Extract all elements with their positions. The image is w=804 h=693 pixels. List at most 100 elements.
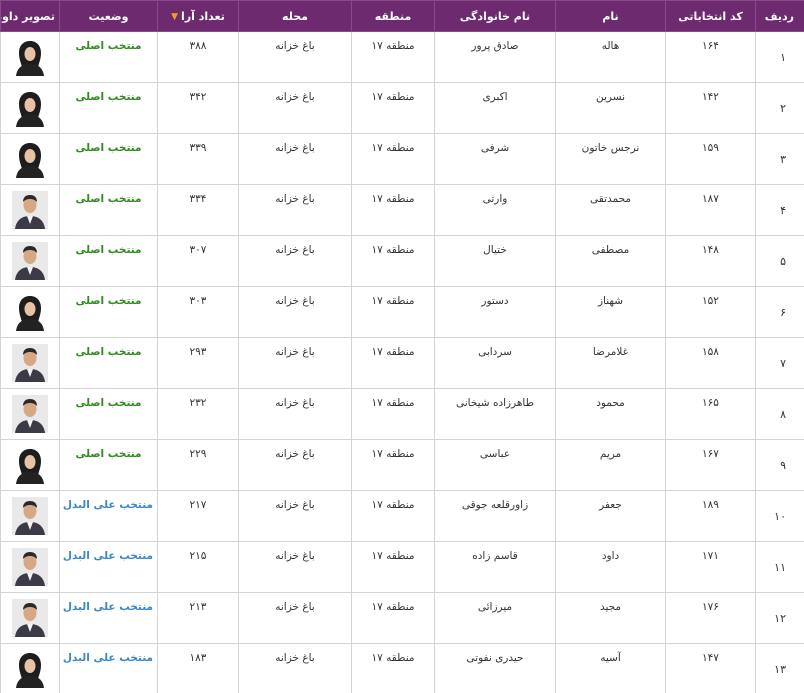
cell-area: باغ خزانه xyxy=(238,286,352,338)
cell-photo[interactable] xyxy=(0,490,60,542)
cell-code: ۱۵۹ xyxy=(665,133,756,185)
cell-votes: ۳۰۷ xyxy=(157,235,239,287)
cell-status: منتخب اصلی xyxy=(59,133,158,185)
cell-code: ۱۶۵ xyxy=(665,388,756,440)
cell-first-name: مریم xyxy=(555,439,666,491)
female-avatar-icon xyxy=(16,296,44,331)
table-row[interactable]: ۴ ۱۸۷ محمدتقی وارثی منطقه ۱۷ باغ خزانه ۳۳۴ منتخ… xyxy=(0,184,804,236)
election-results-table: ردیف کد انتخاباتی نام نام خانوادگی منطقه… xyxy=(0,0,804,693)
header-region[interactable]: منطقه xyxy=(351,0,435,32)
cell-photo[interactable] xyxy=(0,82,60,134)
sort-desc-icon: ▼ xyxy=(171,11,179,22)
cell-first-name: آسیه xyxy=(555,643,666,693)
cell-photo[interactable] xyxy=(0,31,60,83)
cell-votes: ۳۰۳ xyxy=(157,286,239,338)
cell-last-name: حیدری نفوتی xyxy=(434,643,556,693)
female-avatar-icon xyxy=(16,449,44,484)
table-row[interactable]: ۶ ۱۵۲ شهناز دستور منطقه ۱۷ باغ خزانه ۳۰۳ منتخب … xyxy=(0,286,804,338)
cell-status: منتخب اصلی xyxy=(59,82,158,134)
header-first-name[interactable]: نام xyxy=(555,0,666,32)
cell-code: ۱۴۲ xyxy=(665,82,756,134)
cell-row-number: ۱۲ xyxy=(755,592,804,644)
table-row[interactable]: ۱ ۱۶۴ هاله صادق پرور منطقه ۱۷ باغ خزانه ۳۸۸ منت… xyxy=(0,31,804,83)
header-code[interactable]: کد انتخاباتی xyxy=(665,0,756,32)
cell-area: باغ خزانه xyxy=(238,490,352,542)
cell-area: باغ خزانه xyxy=(238,31,352,83)
cell-last-name: عباسی xyxy=(434,439,556,491)
table-row[interactable]: ۵ ۱۴۸ مصطفی ختیال منطقه ۱۷ باغ خزانه ۳۰۷ منتخب … xyxy=(0,235,804,287)
cell-photo[interactable] xyxy=(0,592,60,644)
table-row[interactable]: ۱۰ ۱۸۹ جعفر زاورقلعه جوقی منطقه ۱۷ باغ خزانه ۲… xyxy=(0,490,804,542)
table-row[interactable]: ۲ ۱۴۲ نسرین اکبری منطقه ۱۷ باغ خزانه ۳۴۲ منتخب … xyxy=(0,82,804,134)
cell-last-name: شرفی xyxy=(434,133,556,185)
cell-row-number: ۳ xyxy=(755,133,804,185)
male-avatar-icon xyxy=(12,344,48,382)
cell-votes: ۳۴۲ xyxy=(157,82,239,134)
cell-first-name: نرجس خاتون xyxy=(555,133,666,185)
cell-last-name: دستور xyxy=(434,286,556,338)
cell-row-number: ۲ xyxy=(755,82,804,134)
cell-status: منتخب علی البدل xyxy=(59,541,158,593)
cell-first-name: محمود xyxy=(555,388,666,440)
table-row[interactable]: ۱۱ ۱۷۱ داود قاسم زاده منطقه ۱۷ باغ خزانه ۲۱۵ من… xyxy=(0,541,804,593)
cell-first-name: نسرین xyxy=(555,82,666,134)
header-row-number[interactable]: ردیف xyxy=(755,0,804,32)
male-avatar-icon xyxy=(12,395,48,433)
cell-photo[interactable] xyxy=(0,439,60,491)
cell-photo[interactable] xyxy=(0,541,60,593)
header-last-name[interactable]: نام خانوادگی xyxy=(434,0,556,32)
table-row[interactable]: ۹ ۱۶۷ مریم عباسی منطقه ۱۷ باغ خزانه ۲۲۹ منتخب ا… xyxy=(0,439,804,491)
cell-votes: ۲۱۳ xyxy=(157,592,239,644)
cell-last-name: طاهرزاده شیخانی xyxy=(434,388,556,440)
cell-status: منتخب علی البدل xyxy=(59,643,158,693)
cell-votes: ۳۳۹ xyxy=(157,133,239,185)
cell-status: منتخب اصلی xyxy=(59,286,158,338)
cell-votes: ۲۱۷ xyxy=(157,490,239,542)
header-photo[interactable]: تصویر داوطلب xyxy=(0,0,60,32)
cell-photo[interactable] xyxy=(0,337,60,389)
cell-last-name: اکبری xyxy=(434,82,556,134)
table-row[interactable]: ۳ ۱۵۹ نرجس خاتون شرفی منطقه ۱۷ باغ خزانه ۳۳۹ من… xyxy=(0,133,804,185)
male-avatar-icon xyxy=(12,191,48,229)
cell-row-number: ۴ xyxy=(755,184,804,236)
cell-last-name: میرزائی xyxy=(434,592,556,644)
cell-code: ۱۷۶ xyxy=(665,592,756,644)
cell-first-name: محمدتقی xyxy=(555,184,666,236)
female-avatar-icon xyxy=(16,653,44,688)
header-status[interactable]: وضعیت xyxy=(59,0,158,32)
male-avatar-icon xyxy=(12,599,48,637)
cell-status: منتخب اصلی xyxy=(59,184,158,236)
cell-photo[interactable] xyxy=(0,184,60,236)
cell-area: باغ خزانه xyxy=(238,388,352,440)
cell-row-number: ۱۱ xyxy=(755,541,804,593)
cell-status: منتخب اصلی xyxy=(59,31,158,83)
header-votes[interactable]: تعداد آرا▼ xyxy=(157,0,239,32)
table-row[interactable]: ۸ ۱۶۵ محمود طاهرزاده شیخانی منطقه ۱۷ باغ خزان… xyxy=(0,388,804,440)
cell-status: منتخب اصلی xyxy=(59,337,158,389)
cell-region: منطقه ۱۷ xyxy=(351,388,435,440)
cell-photo[interactable] xyxy=(0,643,60,693)
table-row[interactable]: ۱۲ ۱۷۶ مجید میرزائی منطقه ۱۷ باغ خزانه ۲۱۳ منتخ… xyxy=(0,592,804,644)
header-area[interactable]: محله xyxy=(238,0,352,32)
cell-area: باغ خزانه xyxy=(238,82,352,134)
female-avatar-icon xyxy=(16,41,44,76)
male-avatar-icon xyxy=(12,242,48,280)
male-avatar-icon xyxy=(12,548,48,586)
table-row[interactable]: ۱۳ ۱۴۷ آسیه حیدری نفوتی منطقه ۱۷ باغ خزانه ۱۸۳… xyxy=(0,643,804,693)
cell-photo[interactable] xyxy=(0,235,60,287)
cell-code: ۱۷۱ xyxy=(665,541,756,593)
cell-row-number: ۱۰ xyxy=(755,490,804,542)
cell-photo[interactable] xyxy=(0,133,60,185)
cell-photo[interactable] xyxy=(0,388,60,440)
cell-row-number: ۸ xyxy=(755,388,804,440)
cell-row-number: ۵ xyxy=(755,235,804,287)
table-row[interactable]: ۷ ۱۵۸ غلامرضا سردابی منطقه ۱۷ باغ خزانه ۲۹۳ منت… xyxy=(0,337,804,389)
cell-photo[interactable] xyxy=(0,286,60,338)
cell-code: ۱۵۲ xyxy=(665,286,756,338)
female-avatar-icon xyxy=(16,143,44,178)
cell-last-name: قاسم زاده xyxy=(434,541,556,593)
cell-region: منطقه ۱۷ xyxy=(351,592,435,644)
cell-region: منطقه ۱۷ xyxy=(351,541,435,593)
cell-status: منتخب اصلی xyxy=(59,439,158,491)
cell-row-number: ۱۳ xyxy=(755,643,804,693)
